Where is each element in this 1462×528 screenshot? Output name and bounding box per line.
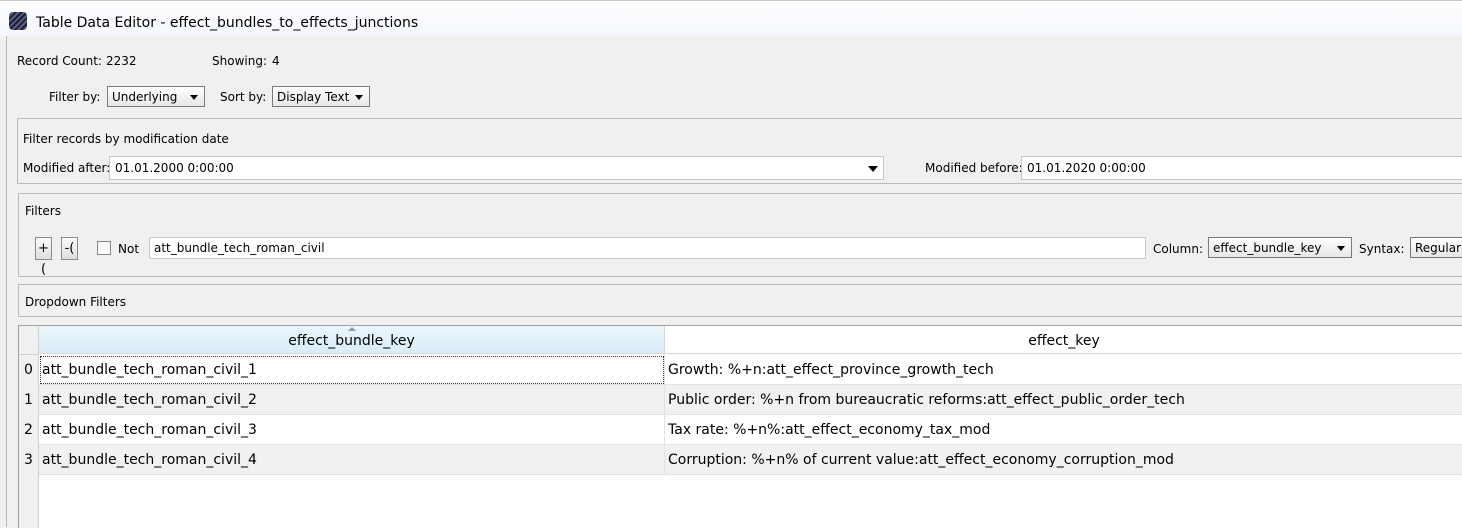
syntax-dropdown[interactable]: Regular e: [1410, 237, 1462, 258]
title-bar[interactable]: Table Data Editor - effect_bundles_to_ef…: [0, 0, 1462, 37]
date-filter-group: Filter records by modification date Modi…: [17, 118, 1462, 184]
table-corner-button[interactable]: [19, 326, 39, 355]
not-label: Not: [118, 242, 140, 256]
showing-label: Showing:: [212, 54, 267, 68]
sort-by-value: Display Text: [277, 90, 350, 104]
syntax-value: Regular e: [1415, 241, 1462, 255]
editor-panel: Record Count: 2232 Showing: 4 Filter by:…: [6, 36, 1462, 528]
cell-effect-bundle-key[interactable]: att_bundle_tech_roman_civil_2: [39, 385, 665, 415]
row-number[interactable]: 0: [19, 355, 39, 385]
app-icon: [9, 12, 27, 30]
table-row[interactable]: 2 att_bundle_tech_roman_civil_3 Tax rate…: [19, 415, 1462, 445]
data-table: effect_bundle_key effect_key 0 att_bundl…: [18, 325, 1462, 528]
sort-by-dropdown[interactable]: Display Text: [272, 86, 370, 107]
filter-by-value: Underlying: [112, 90, 178, 104]
row-number[interactable]: 2: [19, 415, 39, 445]
chevron-down-icon: [1337, 246, 1345, 251]
column-header-label: effect_bundle_key: [288, 333, 415, 349]
modified-before-label: Modified before:: [925, 161, 1023, 175]
filter-query-value: att_bundle_tech_roman_civil: [154, 241, 325, 255]
chevron-down-icon: [190, 95, 198, 100]
filters-group: Filters +( -( Not att_bundle_tech_roman_…: [18, 193, 1462, 277]
modified-before-value: 01.01.2020 0:00:00: [1027, 161, 1146, 175]
column-header-effect-bundle-key[interactable]: effect_bundle_key: [39, 326, 665, 354]
modified-after-field[interactable]: 01.01.2000 0:00:00: [109, 156, 884, 180]
cell-effect-key[interactable]: Corruption: %+n% of current value:att_ef…: [665, 445, 1462, 475]
showing-value: 4: [272, 54, 280, 68]
syntax-label: Syntax:: [1359, 242, 1405, 256]
date-filter-title: Filter records by modification date: [23, 132, 229, 146]
column-label: Column:: [1153, 242, 1203, 256]
modified-after-label: Modified after:: [23, 161, 111, 175]
record-count-label: Record Count:: [17, 54, 102, 68]
row-number[interactable]: 1: [19, 385, 39, 415]
cell-effect-key[interactable]: Public order: %+n from bureaucratic refo…: [665, 385, 1462, 415]
row-number[interactable]: 3: [19, 445, 39, 475]
dropdown-filters-title: Dropdown Filters: [25, 295, 127, 309]
window-title: Table Data Editor - effect_bundles_to_ef…: [36, 15, 419, 31]
filter-query-input[interactable]: att_bundle_tech_roman_civil: [149, 237, 1146, 259]
modified-after-value: 01.01.2000 0:00:00: [115, 161, 234, 175]
sort-by-label: Sort by:: [220, 90, 267, 104]
table-row[interactable]: 3 att_bundle_tech_roman_civil_4 Corrupti…: [19, 445, 1462, 475]
dropdown-filters-group[interactable]: Dropdown Filters: [18, 284, 1462, 317]
sort-ascending-icon: [347, 327, 356, 331]
column-header-label: effect_key: [1028, 333, 1100, 349]
column-dropdown[interactable]: effect_bundle_key: [1208, 237, 1352, 258]
cell-effect-bundle-key[interactable]: att_bundle_tech_roman_civil_1: [39, 355, 665, 385]
cell-effect-key[interactable]: Growth: %+n:att_effect_province_growth_t…: [665, 355, 1462, 385]
remove-filter-group-button[interactable]: -(: [61, 237, 78, 260]
filter-by-label: Filter by:: [49, 90, 101, 104]
not-checkbox[interactable]: [97, 241, 111, 255]
cell-effect-key[interactable]: Tax rate: %+n%:att_effect_economy_tax_mo…: [665, 415, 1462, 445]
chevron-down-icon[interactable]: [868, 166, 878, 172]
column-value: effect_bundle_key: [1213, 241, 1322, 255]
filter-by-dropdown[interactable]: Underlying: [107, 86, 205, 107]
table-row[interactable]: 0 att_bundle_tech_roman_civil_1 Growth: …: [19, 355, 1462, 385]
column-header-effect-key[interactable]: effect_key: [665, 326, 1462, 354]
filters-title: Filters: [25, 204, 61, 218]
chevron-down-icon: [355, 95, 363, 100]
table-row[interactable]: 1 att_bundle_tech_roman_civil_2 Public o…: [19, 385, 1462, 415]
cell-effect-bundle-key[interactable]: att_bundle_tech_roman_civil_3: [39, 415, 665, 445]
record-count-value: 2232: [106, 54, 137, 68]
add-filter-group-button[interactable]: +(: [35, 237, 52, 277]
cell-effect-bundle-key[interactable]: att_bundle_tech_roman_civil_4: [39, 445, 665, 475]
modified-before-field[interactable]: 01.01.2020 0:00:00: [1021, 156, 1462, 180]
